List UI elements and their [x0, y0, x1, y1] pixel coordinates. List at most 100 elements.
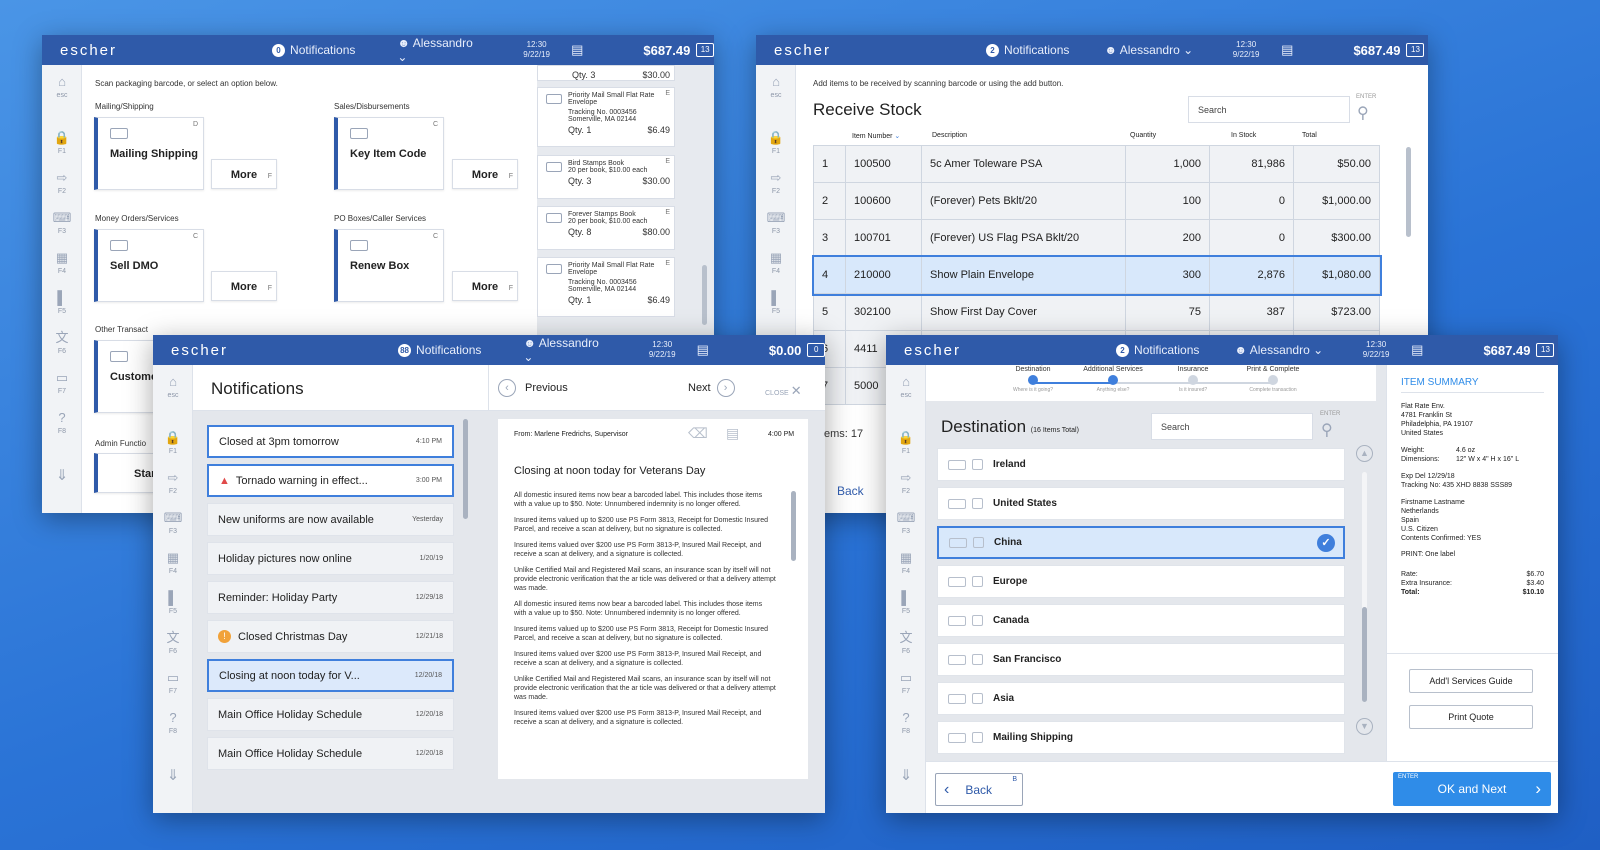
table-row[interactable]: 5 302100 Show First Day Cover 75 387 $723.00 — [813, 293, 1380, 331]
translate-icon[interactable]: 文 F6 — [153, 631, 193, 659]
home-icon[interactable]: ⌂ esc — [756, 75, 796, 103]
lock-icon[interactable]: 🔒 F1 — [42, 131, 82, 159]
payment-icon[interactable]: ▤ — [697, 342, 709, 358]
search-icon[interactable]: ⚲ — [1321, 420, 1333, 440]
list-scrollbar[interactable] — [463, 419, 468, 519]
scroll-down-icon[interactable]: ⇓ — [42, 468, 82, 483]
keyboard-icon[interactable]: ⌨ F3 — [756, 211, 796, 239]
more-button[interactable]: More F — [211, 159, 277, 189]
lock-icon[interactable]: 🔒 F1 — [756, 131, 796, 159]
table-scrollbar[interactable] — [1406, 147, 1411, 237]
destination-row[interactable]: United States — [937, 487, 1345, 520]
notification-item[interactable]: Holiday pictures now online 1/20/19 — [207, 542, 454, 575]
previous-button[interactable]: ‹ Previous — [498, 379, 568, 397]
logout-icon[interactable]: ⇨ F2 — [886, 471, 926, 499]
payment-icon[interactable]: ▤ — [571, 42, 583, 58]
scroll-down-icon[interactable]: ⇓ — [886, 768, 926, 783]
close-button[interactable]: CLOSE ✕ — [765, 383, 802, 399]
destination-row[interactable]: San Francisco — [937, 643, 1345, 676]
home-icon[interactable]: ⌂ esc — [153, 375, 193, 403]
receipt-item[interactable]: E Bird Stamps Book 20 per book, $10.00 eac… — [537, 155, 675, 199]
barcode-icon[interactable]: ▌ F5 — [153, 591, 193, 619]
help-icon[interactable]: ? F8 — [886, 711, 926, 739]
back-button[interactable]: ‹ Back B — [935, 773, 1023, 806]
destination-row[interactable]: Asia — [937, 682, 1345, 715]
notification-item[interactable]: New uniforms are now available Yesterday — [207, 503, 454, 536]
ok-and-next-button[interactable]: ENTER OK and Next › — [1393, 772, 1551, 806]
calculator-icon[interactable]: ▦ F4 — [42, 251, 82, 279]
notifications-button[interactable]: 0 Notifications — [272, 43, 355, 57]
receipt-scrollbar[interactable] — [702, 265, 707, 325]
barcode-icon[interactable]: ▌ F5 — [886, 591, 926, 619]
trash-icon[interactable]: ⌫ — [688, 425, 708, 442]
message-scrollbar[interactable] — [791, 491, 796, 561]
home-icon[interactable]: ⌂ esc — [886, 375, 926, 403]
user-menu[interactable]: ☻ Alessandro ⌄ — [523, 336, 609, 364]
cart-icon[interactable]: 13 — [1406, 43, 1425, 57]
step-additional-services[interactable]: Additional Services Anything else? — [1078, 366, 1148, 393]
help-icon[interactable]: ? F8 — [153, 711, 193, 739]
step-insurance[interactable]: Insurance Is it insured? — [1158, 366, 1228, 393]
user-menu[interactable]: ☻ Alessandro ⌄ — [397, 36, 484, 64]
logout-icon[interactable]: ⇨ F2 — [153, 471, 193, 499]
user-menu[interactable]: ☻ Alessandro ⌄ — [1104, 43, 1193, 57]
receipt-item[interactable]: E Priority Mail Small Flat Rate Envelope T… — [537, 257, 675, 317]
print-icon[interactable]: ▤ — [726, 425, 739, 442]
calculator-icon[interactable]: ▦ F4 — [153, 551, 193, 579]
search-input[interactable]: Search — [1188, 96, 1350, 123]
logout-icon[interactable]: ⇨ F2 — [42, 171, 82, 199]
notification-item[interactable]: Main Office Holiday Schedule 12/20/18 — [207, 737, 454, 770]
key-item-code-tile[interactable]: C Key Item Code — [334, 117, 444, 190]
barcode-icon[interactable]: ▌ F5 — [42, 291, 82, 319]
more-button[interactable]: More F — [452, 271, 518, 301]
receipt-item[interactable]: E Priority Mail Small Flat Rate Envelope T… — [537, 87, 675, 147]
table-row[interactable]: 3 100701 (Forever) US Flag PSA Bklt/20 200 0… — [813, 219, 1380, 257]
sell-dmo-tile[interactable]: C Sell DMO — [94, 229, 204, 302]
notification-item[interactable]: Closed at 3pm tomorrow 4:10 PM — [207, 425, 454, 458]
keyboard-icon[interactable]: ⌨ F3 — [886, 511, 926, 539]
step-print-complete[interactable]: Print & Complete Complete transaction — [1238, 366, 1308, 393]
destination-row[interactable]: Mailing Shipping — [937, 721, 1345, 754]
scroll-down-icon[interactable]: ▼ — [1356, 718, 1373, 735]
back-button-partial[interactable]: Back — [835, 478, 885, 504]
book-icon[interactable]: ▭ F7 — [153, 671, 193, 699]
translate-icon[interactable]: 文 F6 — [886, 631, 926, 659]
notifications-button[interactable]: 88 Notifications — [398, 343, 481, 357]
lock-icon[interactable]: 🔒 F1 — [886, 431, 926, 459]
keyboard-icon[interactable]: ⌨ F3 — [153, 511, 193, 539]
next-button[interactable]: Next › — [688, 379, 735, 397]
more-button[interactable]: More F — [211, 271, 277, 301]
services-guide-button[interactable]: Add'l Services Guide — [1409, 669, 1533, 693]
notifications-button[interactable]: 2 Notifications — [986, 43, 1069, 57]
book-icon[interactable]: ▭ F7 — [42, 371, 82, 399]
destination-row[interactable]: Ireland — [937, 448, 1345, 481]
table-row-selected[interactable]: 4 210000 Show Plain Envelope 300 2,876 $1,080… — [811, 254, 1382, 296]
scroll-down-icon[interactable]: ⇓ — [153, 768, 193, 783]
cart-icon[interactable]: 0 — [807, 343, 825, 357]
mailing-shipping-tile[interactable]: D Mailing Shipping — [94, 117, 204, 190]
notifications-button[interactable]: 2 Notifications — [1116, 343, 1199, 357]
cart-icon[interactable]: 13 — [1536, 343, 1555, 357]
payment-icon[interactable]: ▤ — [1281, 42, 1293, 58]
lock-icon[interactable]: 🔒 F1 — [153, 431, 193, 459]
destination-row[interactable]: Europe — [937, 565, 1345, 598]
barcode-icon[interactable]: ▌ F5 — [756, 291, 796, 319]
notification-item[interactable]: Reminder: Holiday Party 12/29/18 — [207, 581, 454, 614]
search-input[interactable]: Search — [1151, 413, 1313, 440]
user-menu[interactable]: ☻ Alessandro ⌄ — [1234, 343, 1323, 357]
column-header[interactable]: Item Number ⌄ — [852, 132, 900, 140]
renew-box-tile[interactable]: C Renew Box — [334, 229, 444, 302]
search-icon[interactable]: ⚲ — [1357, 103, 1369, 123]
step-destination[interactable]: Destination Where is it going? — [998, 366, 1068, 393]
print-quote-button[interactable]: Print Quote — [1409, 705, 1533, 729]
calculator-icon[interactable]: ▦ F4 — [886, 551, 926, 579]
translate-icon[interactable]: 文 F6 — [42, 331, 82, 359]
cart-icon[interactable]: 13 — [696, 43, 714, 57]
logout-icon[interactable]: ⇨ F2 — [756, 171, 796, 199]
more-button[interactable]: More F — [452, 159, 518, 189]
calculator-icon[interactable]: ▦ F4 — [756, 251, 796, 279]
receipt-item[interactable]: Qty. 3 $30.00 — [537, 65, 675, 81]
destination-row-selected[interactable]: China ✓ — [937, 526, 1345, 559]
notification-item[interactable]: ! Closed Christmas Day 12/21/18 — [207, 620, 454, 653]
help-icon[interactable]: ? F8 — [42, 411, 82, 439]
